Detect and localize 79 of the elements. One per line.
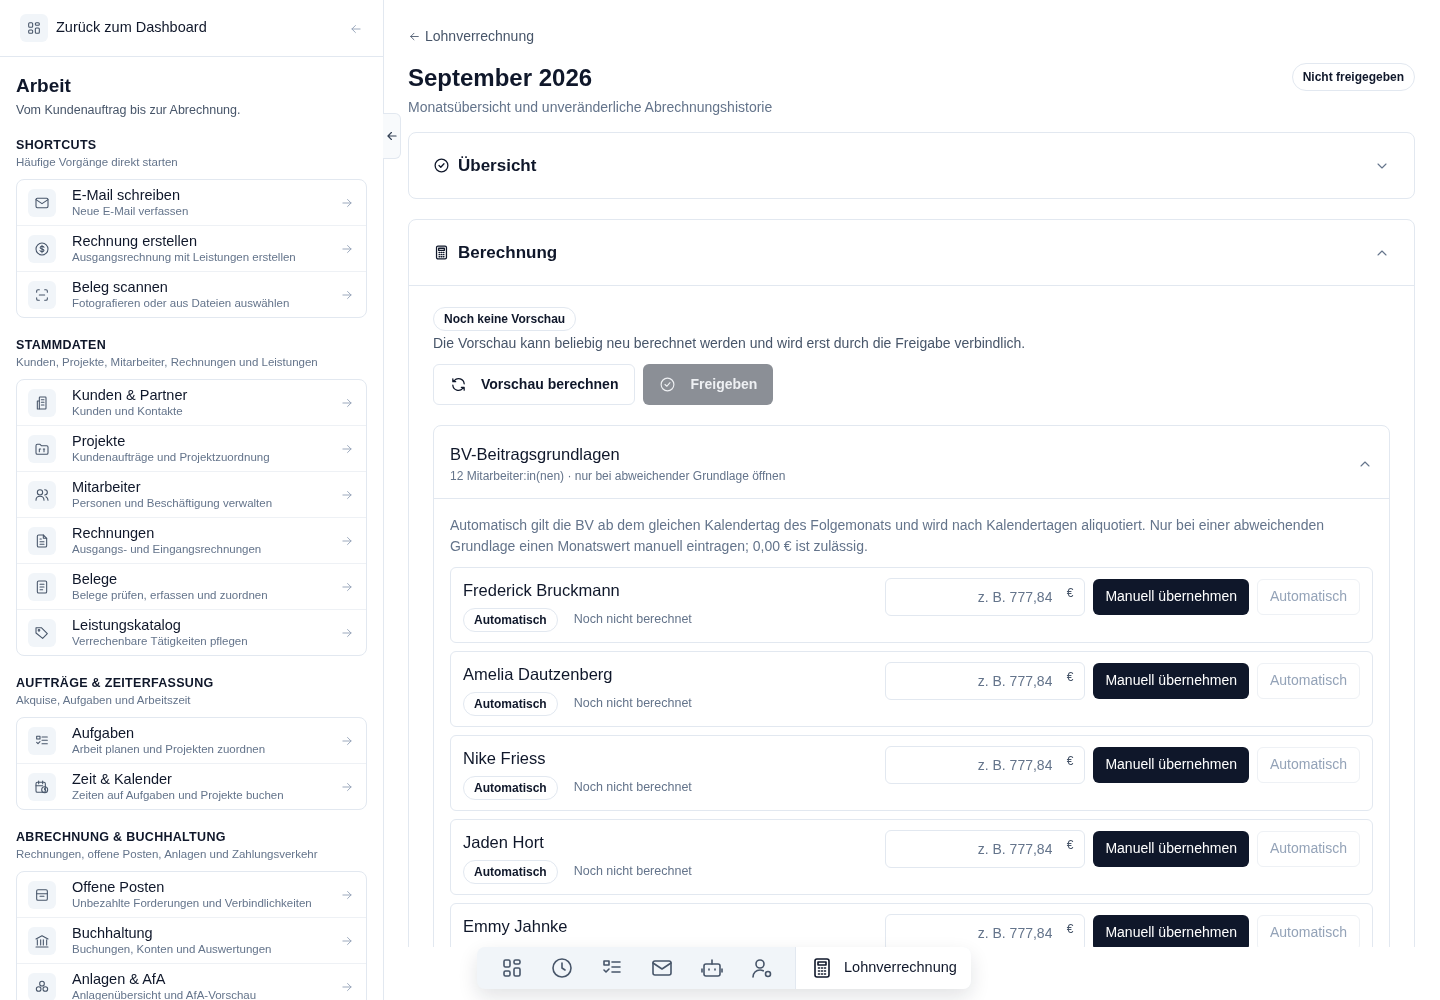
status-text: Noch nicht berechnet [573, 611, 692, 629]
status-text: Noch nicht berechnet [573, 695, 692, 713]
preview-button[interactable]: Vorschau berechnen [433, 364, 636, 405]
nav-item[interactable]: Leistungskatalog Verrechenbare Tätigkeiten pflegen [17, 609, 366, 655]
info-text: Automatisch gilt die BV ab dem gleichen Kalendertag des Folgemonats und wird nach Kalendertagen aliquotiert. Nur bei einer abweichenden Grundlage einen Monatswert manuell eintragen; 0,00 € ist zulässig. [450, 515, 1325, 556]
section-header[interactable]: BV-Beitragsgrundlagen 12 Mitarbeiter:in(nen) · nur bei abweichender Grundlage öffnen [434, 426, 1389, 499]
currency-label: € [1066, 668, 1074, 686]
check-circle-icon [659, 376, 677, 393]
employee-name: Frederick Bruckmann [463, 579, 621, 601]
currency-label: € [1066, 920, 1074, 938]
nav-item[interactable]: Offene Posten Unbezahlte Forderungen und Verbindlichkeiten [17, 871, 366, 918]
section-heading: STAMMDATEN [16, 336, 108, 354]
nav-item[interactable]: Rechnung erstellen Ausgangsrechnung mit Leistungen erstellen [17, 225, 366, 272]
tag-icon [34, 624, 50, 641]
apply-manual-button[interactable]: Manuell übernehmen [1093, 662, 1249, 699]
arrow-left-icon [408, 30, 421, 43]
section-header[interactable]: Übersicht [409, 133, 1414, 198]
nav-item[interactable]: Kunden & Partner Kunden und Kontakte [17, 379, 366, 426]
grid-icon [500, 956, 524, 980]
inbox-icon [34, 886, 50, 903]
preview-badge: Noch keine Vorschau [433, 307, 577, 331]
calendar-clock-icon [34, 778, 50, 795]
document-icon [34, 578, 50, 595]
page-subtitle: Monatsübersicht und unveränderliche Abrechnungshistorie [408, 98, 773, 117]
status-badge: Nicht freigegeben [1291, 63, 1415, 91]
apply-manual-button[interactable]: Manuell übernehmen [1093, 746, 1249, 783]
section-heading: AUFTRÄGE & ZEITERFASSUNG [16, 674, 215, 692]
collapse-button[interactable] [383, 113, 401, 159]
refresh-icon [450, 376, 467, 393]
section-heading: SHORTCUTS [16, 136, 98, 154]
nav-item[interactable]: Buchhaltung Buchungen, Konten und Auswertungen [17, 917, 366, 964]
building-icon [34, 394, 50, 411]
circles-icon [34, 978, 50, 995]
currency-label: € [1066, 584, 1074, 602]
document-icon [34, 532, 50, 549]
employee-name: Jaden Hort [463, 831, 545, 853]
employee-name: Emmy Jahnke [463, 915, 569, 937]
arrow-left-icon [384, 129, 399, 143]
note-text: Die Vorschau kann beliebig neu berechnet werden und wird erst durch die Freigabe verbindlich. [433, 334, 1027, 353]
nav-item[interactable]: Aufgaben Arbeit planen und Projekten zuordnen [17, 717, 366, 764]
grid-icon [26, 20, 42, 36]
section-header[interactable]: Berechnung [409, 220, 1414, 285]
bank-icon [34, 932, 50, 949]
currency-label: € [1066, 836, 1074, 854]
back-link[interactable]: Zurück zum Dashboard [20, 14, 349, 42]
apply-manual-button[interactable]: Manuell übernehmen [1093, 914, 1249, 947]
section-description: Rechnungen, offene Posten, Anlagen und Zahlungsverkehr [16, 847, 319, 863]
currency-label: € [1066, 752, 1074, 770]
section-heading: ABRECHNUNG & BUCHHALTUNG [16, 828, 227, 846]
nav-item[interactable]: Mitarbeiter Personen und Beschäftigung verwalten [17, 471, 366, 518]
nav-item[interactable]: Rechnungen Ausgangs- und Eingangsrechnungen [17, 517, 366, 564]
section-description: Akquise, Aufgaben und Arbeitszeit [16, 693, 192, 709]
nav-item[interactable]: Beleg scannen Fotografieren oder aus Dateien auswählen [17, 271, 366, 317]
status-text: Noch nicht berechnet [573, 779, 692, 797]
section-description: Kunden, Projekte, Mitarbeiter, Rechnungen und Leistungen [16, 355, 319, 371]
dock-item[interactable]: Lohnverrechnung [795, 947, 971, 989]
employee-name: Nike Friess [463, 747, 547, 769]
apply-manual-button[interactable]: Manuell übernehmen [1093, 830, 1249, 867]
status-text: Noch nicht berechnet [573, 863, 692, 881]
nav-item[interactable]: Belege Belege prüfen, erfassen und zuordnen [17, 563, 366, 610]
calculator-icon [433, 244, 450, 261]
apply-manual-button[interactable]: Manuell übernehmen [1093, 578, 1249, 615]
nav-item[interactable]: Zeit & Kalender Zeiten auf Aufgaben und Projekte buchen [17, 763, 366, 809]
user-settings-icon [750, 956, 774, 980]
nav-item[interactable]: E-Mail schreiben Neue E-Mail verfassen [17, 179, 366, 226]
dollar-coin-icon [34, 240, 50, 257]
check-circle-icon [433, 157, 450, 174]
clock-icon [550, 956, 574, 980]
section-description: Häufige Vorgänge direkt starten [16, 155, 179, 171]
robot-icon [700, 956, 724, 980]
users-icon [34, 486, 50, 503]
sidebar-subtitle: Vom Kundenauftrag bis zur Abrechnung. [16, 101, 242, 119]
page-title: September 2026 [408, 63, 594, 93]
sidebar-title: Arbeit [16, 75, 72, 98]
scan-icon [34, 286, 50, 303]
breadcrumb-link[interactable]: Lohnverrechnung [408, 26, 534, 47]
nav-item[interactable]: Anlagen & AfA Anlagenübersicht und AfA-Vorschau [17, 963, 366, 1000]
nav-item[interactable]: Projekte Kundenaufträge und Projektzuordnung [17, 425, 366, 472]
employee-name: Amelia Dautzenberg [463, 663, 614, 685]
